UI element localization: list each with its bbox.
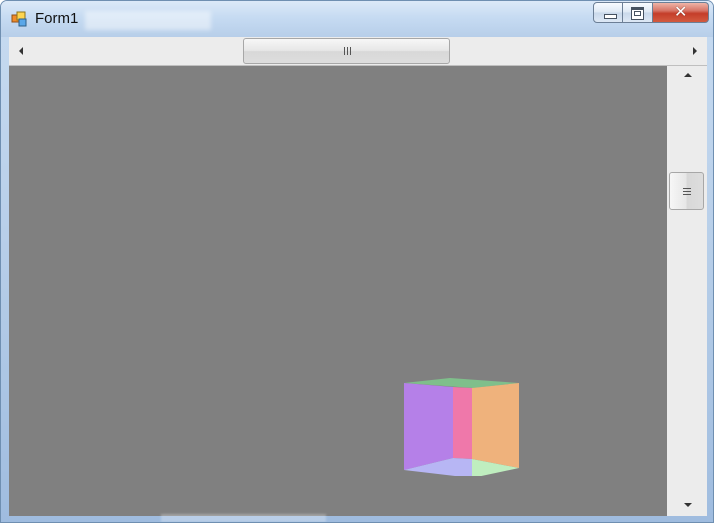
maximize-icon xyxy=(631,7,644,20)
vertical-scrollbar[interactable] xyxy=(667,66,707,516)
grip-icon xyxy=(344,47,352,55)
window-title: Form1 xyxy=(35,10,79,27)
close-button[interactable]: ✕ xyxy=(653,2,709,23)
window-controls: ✕ xyxy=(593,2,709,23)
title-bar[interactable]: Form1 ✕ xyxy=(1,1,713,37)
chevron-up-icon xyxy=(684,73,692,77)
grip-icon xyxy=(683,188,691,195)
minimize-icon xyxy=(604,14,617,19)
cube-right-face xyxy=(472,383,519,468)
scroll-down-button[interactable] xyxy=(677,496,697,516)
maximize-button[interactable] xyxy=(623,2,653,23)
chevron-down-icon xyxy=(684,503,692,507)
blurred-background-footer xyxy=(161,514,326,522)
blurred-background-title xyxy=(85,11,211,30)
chevron-left-icon xyxy=(19,47,23,55)
scroll-right-button[interactable] xyxy=(685,37,705,65)
form-client-area xyxy=(9,37,707,516)
minimize-button[interactable] xyxy=(593,2,623,23)
cube-3d xyxy=(404,378,519,476)
vertical-scroll-thumb[interactable] xyxy=(669,172,704,210)
scroll-left-button[interactable] xyxy=(11,37,31,65)
chevron-right-icon xyxy=(693,47,697,55)
scroll-up-button[interactable] xyxy=(677,66,697,86)
cube-inner-face xyxy=(453,387,472,459)
horizontal-scroll-thumb[interactable] xyxy=(243,38,450,64)
horizontal-scrollbar[interactable] xyxy=(9,37,707,66)
application-window: Form1 ✕ xyxy=(0,0,714,523)
cube-left-face xyxy=(404,383,453,470)
windows-form-icon xyxy=(11,11,27,27)
close-icon: ✕ xyxy=(674,2,688,21)
render-viewport[interactable] xyxy=(9,66,667,516)
